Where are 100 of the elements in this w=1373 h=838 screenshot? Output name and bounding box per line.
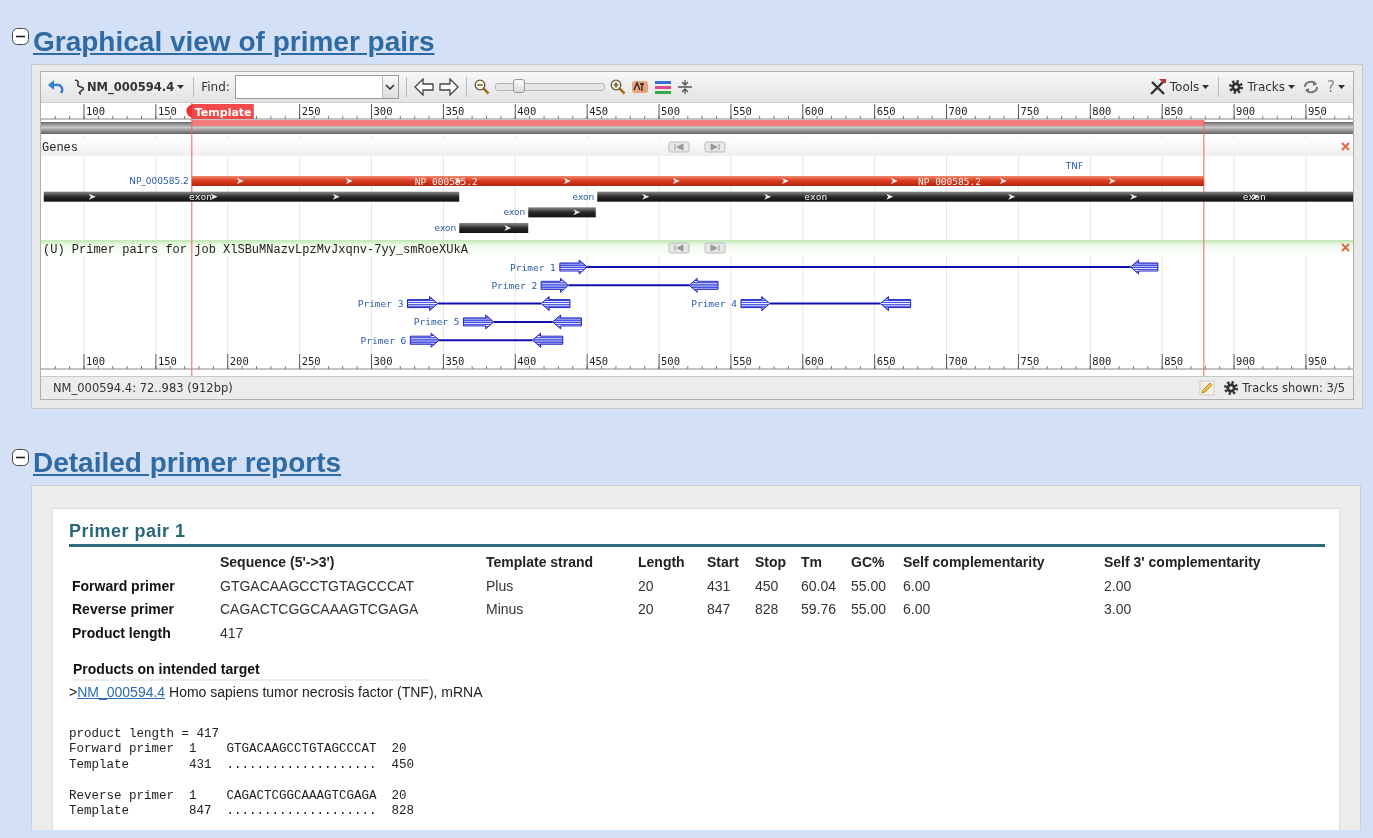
column-header: Self complementarity	[903, 550, 1104, 574]
exon-label: exon	[804, 191, 828, 203]
pencil-icon[interactable]	[1199, 380, 1216, 396]
forward-primer-arrow	[463, 314, 495, 330]
ruler-label: 900	[1236, 355, 1256, 367]
table-cell: 60.04	[801, 574, 851, 598]
table-cell: 6.00	[903, 574, 1104, 598]
color-bars-icon[interactable]	[653, 79, 672, 95]
tracks-shown-button[interactable]: Tracks shown: 3/5	[1221, 380, 1347, 396]
row-label: Forward primer	[72, 574, 220, 598]
next-feature-button[interactable]	[704, 141, 726, 153]
ruler-label: 900	[1236, 105, 1256, 117]
refresh-icon[interactable]	[1302, 79, 1321, 95]
section-title-link[interactable]: Graphical view of primer pairs	[33, 24, 435, 60]
table-cell: 431	[707, 574, 755, 598]
collapse-icon[interactable]	[12, 449, 29, 466]
sequence-icon[interactable]	[630, 79, 649, 95]
ruler-label: 400	[517, 355, 537, 367]
row-label: Product length	[72, 621, 220, 645]
ruler-label: 800	[1092, 105, 1112, 117]
alignment-line: product length = 417	[69, 726, 221, 742]
table-cell: 20	[638, 597, 707, 621]
ruler-label: 450	[589, 105, 609, 117]
ruler-label: 200	[229, 355, 249, 367]
ruler-label: 650	[876, 105, 896, 117]
collapse-icon[interactable]	[12, 28, 29, 45]
ruler-label: 950	[1307, 105, 1327, 117]
table-cell: 20	[638, 574, 707, 598]
ruler-label: 850	[1164, 105, 1184, 117]
right-arrow-icon[interactable]	[438, 78, 459, 96]
alignment-line: Template 847 .................... 828	[69, 804, 416, 820]
table-cell: Minus	[486, 597, 638, 621]
reverse-primer-arrow	[879, 296, 912, 312]
section-title-link[interactable]: Detailed primer reports	[33, 445, 342, 481]
settings-icon	[1228, 79, 1245, 95]
previous-feature-button[interactable]	[668, 141, 690, 153]
ruler-label: 750	[1020, 355, 1040, 367]
table-cell: 6.00	[903, 597, 1104, 621]
ruler-label: 400	[517, 105, 537, 117]
zoom-out-icon[interactable]	[473, 79, 490, 95]
primer-label: Primer 5	[413, 316, 460, 328]
primer-label: Primer 6	[360, 334, 407, 346]
accession-link[interactable]: NM_000594.4	[77, 683, 166, 700]
primer-label: Primer 1	[510, 261, 556, 273]
compress-icon[interactable]	[676, 79, 693, 95]
left-arrow-icon[interactable]	[413, 78, 434, 96]
undo-icon[interactable]	[47, 79, 65, 95]
table-cell: 828	[755, 597, 801, 621]
table-cell: 450	[755, 574, 801, 598]
zoom-slider-thumb[interactable]	[512, 79, 525, 93]
forward-primer-arrow	[540, 277, 569, 293]
settings-icon	[1223, 380, 1240, 396]
alignment-line: Template 431 .................... 450	[69, 757, 416, 773]
table-cell: 55.00	[851, 574, 903, 598]
exon-label: exon	[572, 191, 595, 202]
column-header: GC%	[851, 550, 903, 574]
ruler-label: 250	[301, 105, 321, 117]
tools-menu-button[interactable]: Tools	[1146, 78, 1212, 96]
ruler-label: 600	[804, 105, 824, 117]
reverse-primer-arrow	[540, 296, 571, 312]
transcript-label: NP_000585.2	[917, 175, 981, 187]
table-cell: Plus	[486, 574, 638, 598]
ruler-label: 700	[948, 355, 968, 367]
alignment-line: Reverse primer 1 CAGACTCGGCAAAGTCGAGA 20	[69, 788, 408, 804]
ruler-label: 100	[86, 105, 105, 117]
column-header: Sequence (5'->3')	[220, 550, 486, 574]
table-cell-text: 3.00	[1104, 600, 1133, 620]
column-header: Start	[707, 550, 755, 574]
exon-label: exon	[503, 207, 526, 218]
ruler-label: 550	[732, 105, 752, 117]
reverse-primer-arrow	[688, 277, 719, 293]
caret-icon	[1202, 85, 1210, 89]
ruler-label: 450	[589, 355, 609, 367]
reverse-primer-arrow	[552, 314, 582, 330]
ruler-label: 750	[1020, 105, 1040, 117]
products-heading: Products on intended target	[73, 660, 429, 681]
track-title: Genes	[42, 141, 78, 155]
close-icon[interactable]	[1341, 142, 1350, 151]
chevron-down-icon	[385, 84, 396, 90]
forward-primer-arrow	[559, 259, 588, 275]
caret-icon	[177, 85, 185, 89]
table-cell: 847	[707, 597, 755, 621]
forward-primer-arrow	[409, 332, 440, 348]
ruler-label: 250	[301, 355, 321, 367]
column-header: Tm	[801, 550, 851, 574]
ruler-label: 300	[373, 355, 393, 367]
track-title: (U) Primer pairs for job XlSBuMNazvLpzMvJxqnv-7yy_smRoeXUkA	[43, 243, 468, 257]
find-label: Find:	[201, 80, 230, 94]
ruler-label: 150	[157, 355, 177, 367]
zoom-in-icon[interactable]	[609, 79, 626, 95]
reverse-primer-arrow	[1130, 259, 1159, 275]
ruler-label: 600	[804, 355, 824, 367]
primer-label: Primer 4	[691, 298, 737, 310]
tracks-menu-button[interactable]: Tracks	[1226, 79, 1298, 95]
ruler-label: 550	[732, 355, 752, 367]
ruler-label: 950	[1307, 355, 1327, 367]
helix-icon	[72, 79, 84, 95]
sequence-dropdown[interactable]: NM_000594.4	[70, 79, 187, 95]
caret-icon	[1338, 85, 1345, 89]
primer-label: Primer 3	[357, 298, 404, 310]
